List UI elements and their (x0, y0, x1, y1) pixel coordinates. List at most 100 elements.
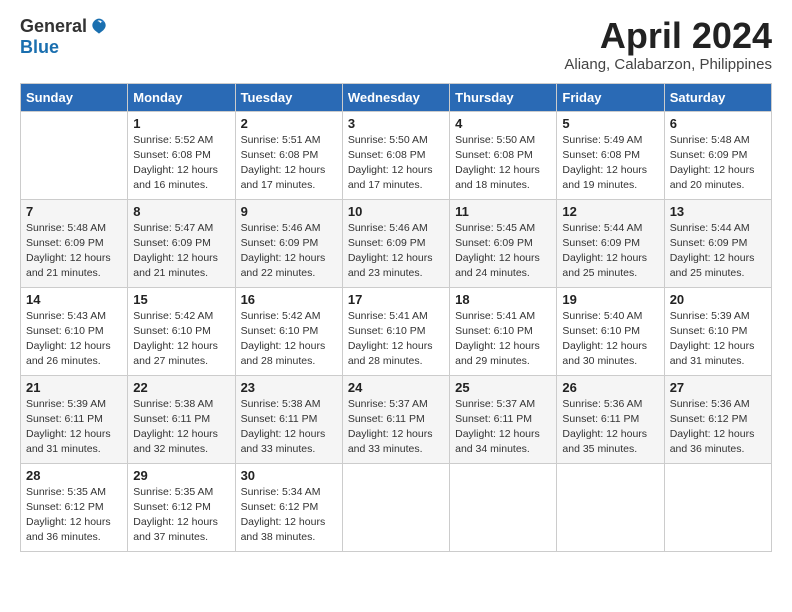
calendar-cell (664, 463, 771, 551)
logo-bird-icon (89, 17, 109, 37)
day-info: Sunrise: 5:36 AMSunset: 6:11 PMDaylight:… (562, 397, 658, 458)
logo: General Blue (20, 16, 109, 58)
header-tuesday: Tuesday (235, 83, 342, 111)
calendar-cell (342, 463, 449, 551)
calendar-cell: 4 Sunrise: 5:50 AMSunset: 6:08 PMDaylight… (450, 111, 557, 199)
day-number: 2 (241, 116, 337, 131)
day-info: Sunrise: 5:51 AMSunset: 6:08 PMDaylight:… (241, 133, 337, 194)
calendar-week-row: 7 Sunrise: 5:48 AMSunset: 6:09 PMDaylight… (21, 199, 772, 287)
calendar-cell: 22Sunrise: 5:38 AMSunset: 6:11 PMDayligh… (128, 375, 235, 463)
day-number: 17 (348, 292, 444, 307)
title-area: April 2024 Aliang, Calabarzon, Philippin… (564, 16, 772, 73)
calendar-cell: 21Sunrise: 5:39 AMSunset: 6:11 PMDayligh… (21, 375, 128, 463)
calendar-cell: 6 Sunrise: 5:48 AMSunset: 6:09 PMDaylight… (664, 111, 771, 199)
day-info: Sunrise: 5:52 AMSunset: 6:08 PMDaylight:… (133, 133, 229, 194)
day-info: Sunrise: 5:37 AMSunset: 6:11 PMDaylight:… (348, 397, 444, 458)
header-friday: Friday (557, 83, 664, 111)
day-info: Sunrise: 5:36 AMSunset: 6:12 PMDaylight:… (670, 397, 766, 458)
page-header: General Blue April 2024 Aliang, Calabarz… (20, 16, 772, 73)
day-info: Sunrise: 5:41 AMSunset: 6:10 PMDaylight:… (348, 309, 444, 370)
calendar-cell: 17 Sunrise: 5:41 AMSunset: 6:10 PMDayligh… (342, 287, 449, 375)
calendar-cell: 16Sunrise: 5:42 AMSunset: 6:10 PMDayligh… (235, 287, 342, 375)
calendar-cell: 8 Sunrise: 5:47 AMSunset: 6:09 PMDaylight… (128, 199, 235, 287)
day-number: 7 (26, 204, 122, 219)
calendar-cell: 23 Sunrise: 5:38 AMSunset: 6:11 PMDayligh… (235, 375, 342, 463)
calendar-cell: 13Sunrise: 5:44 AMSunset: 6:09 PMDayligh… (664, 199, 771, 287)
day-info: Sunrise: 5:50 AMSunset: 6:08 PMDaylight:… (455, 133, 551, 194)
calendar-week-row: 21Sunrise: 5:39 AMSunset: 6:11 PMDayligh… (21, 375, 772, 463)
day-info: Sunrise: 5:38 AMSunset: 6:11 PMDaylight:… (241, 397, 337, 458)
calendar-cell: 2 Sunrise: 5:51 AMSunset: 6:08 PMDaylight… (235, 111, 342, 199)
calendar-cell: 15 Sunrise: 5:42 AMSunset: 6:10 PMDayligh… (128, 287, 235, 375)
calendar-header-row: SundayMondayTuesdayWednesdayThursdayFrid… (21, 83, 772, 111)
day-number: 23 (241, 380, 337, 395)
day-number: 12 (562, 204, 658, 219)
calendar-cell: 3 Sunrise: 5:50 AMSunset: 6:08 PMDaylight… (342, 111, 449, 199)
calendar-cell: 14 Sunrise: 5:43 AMSunset: 6:10 PMDayligh… (21, 287, 128, 375)
day-number: 29 (133, 468, 229, 483)
day-number: 4 (455, 116, 551, 131)
calendar-cell: 28Sunrise: 5:35 AMSunset: 6:12 PMDayligh… (21, 463, 128, 551)
logo-blue: Blue (20, 37, 59, 58)
calendar-table: SundayMondayTuesdayWednesdayThursdayFrid… (20, 83, 772, 552)
day-info: Sunrise: 5:38 AMSunset: 6:11 PMDaylight:… (133, 397, 229, 458)
calendar-cell: 12 Sunrise: 5:44 AMSunset: 6:09 PMDayligh… (557, 199, 664, 287)
day-info: Sunrise: 5:42 AMSunset: 6:10 PMDaylight:… (133, 309, 229, 370)
day-number: 8 (133, 204, 229, 219)
calendar-cell: 11 Sunrise: 5:45 AMSunset: 6:09 PMDayligh… (450, 199, 557, 287)
calendar-cell (557, 463, 664, 551)
day-info: Sunrise: 5:43 AMSunset: 6:10 PMDaylight:… (26, 309, 122, 370)
calendar-cell: 29 Sunrise: 5:35 AMSunset: 6:12 PMDayligh… (128, 463, 235, 551)
day-number: 13 (670, 204, 766, 219)
calendar-cell: 24 Sunrise: 5:37 AMSunset: 6:11 PMDayligh… (342, 375, 449, 463)
month-title: April 2024 (564, 16, 772, 56)
day-info: Sunrise: 5:35 AMSunset: 6:12 PMDaylight:… (133, 485, 229, 546)
day-info: Sunrise: 5:41 AMSunset: 6:10 PMDaylight:… (455, 309, 551, 370)
day-number: 10 (348, 204, 444, 219)
day-number: 14 (26, 292, 122, 307)
day-number: 19 (562, 292, 658, 307)
day-info: Sunrise: 5:42 AMSunset: 6:10 PMDaylight:… (241, 309, 337, 370)
calendar-cell: 7 Sunrise: 5:48 AMSunset: 6:09 PMDaylight… (21, 199, 128, 287)
day-number: 11 (455, 204, 551, 219)
header-thursday: Thursday (450, 83, 557, 111)
day-info: Sunrise: 5:45 AMSunset: 6:09 PMDaylight:… (455, 221, 551, 282)
day-info: Sunrise: 5:46 AMSunset: 6:09 PMDaylight:… (348, 221, 444, 282)
day-number: 30 (241, 468, 337, 483)
calendar-cell: 5 Sunrise: 5:49 AMSunset: 6:08 PMDaylight… (557, 111, 664, 199)
day-number: 5 (562, 116, 658, 131)
logo-general: General (20, 16, 87, 37)
day-number: 21 (26, 380, 122, 395)
day-info: Sunrise: 5:37 AMSunset: 6:11 PMDaylight:… (455, 397, 551, 458)
calendar-cell: 10 Sunrise: 5:46 AMSunset: 6:09 PMDayligh… (342, 199, 449, 287)
calendar-cell (21, 111, 128, 199)
day-number: 15 (133, 292, 229, 307)
day-info: Sunrise: 5:48 AMSunset: 6:09 PMDaylight:… (26, 221, 122, 282)
day-number: 6 (670, 116, 766, 131)
calendar-week-row: 14 Sunrise: 5:43 AMSunset: 6:10 PMDayligh… (21, 287, 772, 375)
day-info: Sunrise: 5:35 AMSunset: 6:12 PMDaylight:… (26, 485, 122, 546)
day-number: 24 (348, 380, 444, 395)
day-info: Sunrise: 5:49 AMSunset: 6:08 PMDaylight:… (562, 133, 658, 194)
day-info: Sunrise: 5:39 AMSunset: 6:10 PMDaylight:… (670, 309, 766, 370)
calendar-cell: 20Sunrise: 5:39 AMSunset: 6:10 PMDayligh… (664, 287, 771, 375)
calendar-cell: 1 Sunrise: 5:52 AMSunset: 6:08 PMDaylight… (128, 111, 235, 199)
calendar-cell: 26Sunrise: 5:36 AMSunset: 6:11 PMDayligh… (557, 375, 664, 463)
header-saturday: Saturday (664, 83, 771, 111)
day-number: 18 (455, 292, 551, 307)
location: Aliang, Calabarzon, Philippines (564, 56, 772, 73)
day-info: Sunrise: 5:47 AMSunset: 6:09 PMDaylight:… (133, 221, 229, 282)
day-number: 9 (241, 204, 337, 219)
calendar-cell: 19Sunrise: 5:40 AMSunset: 6:10 PMDayligh… (557, 287, 664, 375)
day-number: 1 (133, 116, 229, 131)
calendar-cell: 25Sunrise: 5:37 AMSunset: 6:11 PMDayligh… (450, 375, 557, 463)
day-info: Sunrise: 5:44 AMSunset: 6:09 PMDaylight:… (562, 221, 658, 282)
day-info: Sunrise: 5:34 AMSunset: 6:12 PMDaylight:… (241, 485, 337, 546)
day-number: 3 (348, 116, 444, 131)
calendar-cell: 18 Sunrise: 5:41 AMSunset: 6:10 PMDayligh… (450, 287, 557, 375)
day-info: Sunrise: 5:48 AMSunset: 6:09 PMDaylight:… (670, 133, 766, 194)
header-sunday: Sunday (21, 83, 128, 111)
day-info: Sunrise: 5:50 AMSunset: 6:08 PMDaylight:… (348, 133, 444, 194)
header-monday: Monday (128, 83, 235, 111)
calendar-cell: 9Sunrise: 5:46 AMSunset: 6:09 PMDaylight… (235, 199, 342, 287)
